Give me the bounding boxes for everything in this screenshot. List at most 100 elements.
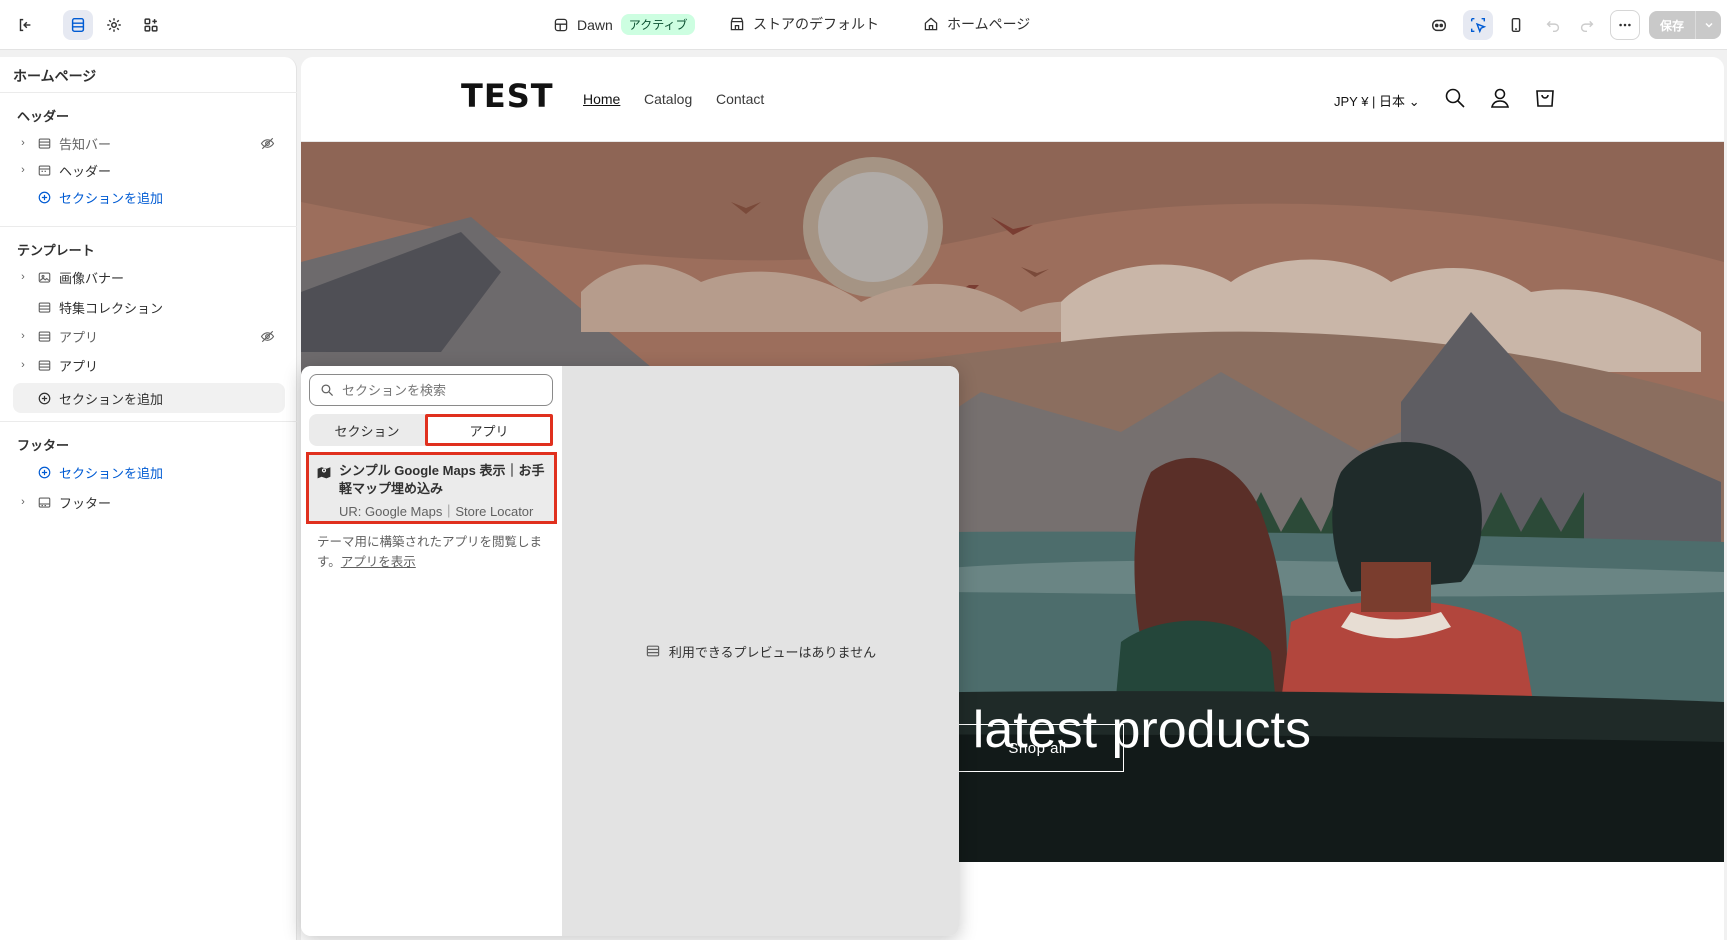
- store-header: TEST Home Catalog Contact JPY ¥ | 日本 ⌄: [301, 57, 1724, 142]
- ellipsis-icon: [1619, 23, 1631, 27]
- search-icon: [321, 384, 334, 397]
- store-default-selector[interactable]: ストアのデフォルト: [729, 14, 879, 34]
- shop-all-button[interactable]: Shop all: [951, 724, 1124, 772]
- app-title: シンプル Google Maps 表示｜お手軽マップ埋め込み: [339, 463, 545, 496]
- page-selector-label: ホームページ: [947, 16, 1031, 32]
- hidden-eye-icon[interactable]: [260, 329, 275, 347]
- currency-selector[interactable]: JPY ¥ | 日本 ⌄: [1334, 91, 1420, 110]
- sidebar-title: ホームページ: [13, 68, 97, 84]
- chevron-right-icon[interactable]: ›: [13, 271, 33, 283]
- add-section-label: セクションを追加: [59, 391, 164, 407]
- section-icon: [33, 329, 55, 344]
- hidden-eye-icon[interactable]: [260, 136, 275, 154]
- picker-tabs: セクション アプリ: [309, 414, 553, 446]
- tab-sections[interactable]: セクション: [309, 414, 425, 446]
- add-section-picker: セクション アプリ シンプル Google Maps 表示｜お手軽マップ埋め込み…: [301, 366, 959, 936]
- inspector-cursor-icon[interactable]: [1463, 10, 1493, 40]
- header-group-title: ヘッダー: [17, 109, 70, 124]
- sidebar-item-label: フッター: [59, 495, 112, 511]
- app-subtitle: UR: Google Maps｜Store Locator: [339, 504, 534, 519]
- add-template-section-button[interactable]: セクションを追加: [13, 383, 285, 413]
- no-preview-text: 利用できるプレビューはありません: [668, 644, 877, 660]
- divider: [0, 92, 297, 93]
- theme-name: Dawn: [577, 16, 613, 33]
- divider: [0, 226, 297, 227]
- redo-icon[interactable]: [1572, 10, 1602, 40]
- section-search-input[interactable]: [342, 382, 532, 398]
- chevron-down-icon: [1704, 22, 1713, 28]
- nav-contact[interactable]: Contact: [716, 91, 764, 107]
- nav-catalog[interactable]: Catalog: [644, 91, 692, 107]
- home-icon: [924, 17, 938, 31]
- sidebar-item-footer[interactable]: › フッター: [13, 488, 285, 516]
- sidekick-icon[interactable]: [1424, 10, 1454, 40]
- theme-selector[interactable]: Dawn アクティブ: [553, 14, 696, 35]
- sidebar-item-label: 告知バー: [59, 136, 112, 152]
- section-icon: [33, 358, 55, 373]
- sidebar-item-header[interactable]: › ヘッダー: [13, 156, 285, 184]
- sidebar-item-label: アプリ: [59, 329, 99, 345]
- save-options-button[interactable]: [1695, 11, 1721, 39]
- tab-apps[interactable]: アプリ: [425, 414, 553, 446]
- chevron-right-icon[interactable]: ›: [13, 496, 33, 508]
- more-actions-button[interactable]: [1610, 10, 1640, 40]
- chevron-right-icon[interactable]: ›: [13, 330, 33, 342]
- store-icon: [730, 17, 744, 31]
- apps-note: テーマ用に構築されたアプリを閲覧します。アプリを表示: [317, 532, 551, 572]
- picker-list-panel: セクション アプリ シンプル Google Maps 表示｜お手軽マップ埋め込み…: [301, 366, 562, 936]
- theme-settings-gear-icon[interactable]: [99, 10, 129, 40]
- sidebar-item-announcement-bar[interactable]: › 告知バー: [13, 129, 285, 157]
- page-selector[interactable]: ホームページ: [923, 14, 1030, 34]
- theme-layout-icon: [554, 18, 568, 31]
- section-icon: [33, 163, 55, 178]
- sections-sidebar: ホームページ ヘッダー › 告知バー › ヘッダー セクションを追加 テンプレー…: [0, 57, 297, 940]
- section-icon: [33, 136, 55, 151]
- app-list-item-google-maps[interactable]: シンプル Google Maps 表示｜お手軽マップ埋め込み UR: Googl…: [306, 452, 557, 524]
- picker-preview-panel: 利用できるプレビューはありません: [562, 366, 959, 936]
- divider: [0, 421, 297, 422]
- store-logo[interactable]: TEST: [461, 77, 554, 115]
- section-icon: [33, 300, 55, 315]
- search-icon[interactable]: [1444, 87, 1466, 109]
- chevron-right-icon[interactable]: ›: [13, 137, 33, 149]
- plus-circle-icon: [33, 190, 55, 205]
- section-icon: [646, 645, 660, 657]
- editor-topbar: Dawn アクティブ ストアのデフォルト ホームページ 保存: [0, 0, 1727, 50]
- chevron-right-icon[interactable]: ›: [13, 164, 33, 176]
- template-group-title: テンプレート: [17, 243, 95, 258]
- exit-icon[interactable]: [10, 10, 40, 40]
- sidebar-item-image-banner[interactable]: › 画像バナー: [13, 263, 285, 291]
- account-icon[interactable]: [1489, 87, 1511, 109]
- active-badge: アクティブ: [620, 14, 696, 35]
- save-group: 保存: [1649, 11, 1721, 39]
- sidebar-item-label: アプリ: [59, 358, 99, 374]
- add-footer-section-button[interactable]: セクションを追加: [13, 458, 285, 486]
- plus-circle-icon: [33, 391, 55, 406]
- add-section-label: セクションを追加: [59, 465, 164, 481]
- add-section-label: セクションを追加: [59, 190, 164, 206]
- sidebar-item-label: ヘッダー: [59, 163, 112, 179]
- image-icon: [33, 270, 55, 285]
- chevron-right-icon[interactable]: ›: [13, 359, 33, 371]
- sidebar-item-app-2[interactable]: › アプリ: [13, 351, 285, 379]
- mobile-view-icon[interactable]: [1501, 10, 1531, 40]
- cart-icon[interactable]: [1534, 87, 1556, 109]
- sidebar-item-label: 特集コレクション: [59, 300, 164, 316]
- add-header-section-button[interactable]: セクションを追加: [13, 183, 285, 211]
- sidebar-item-app-1[interactable]: › アプリ: [13, 322, 285, 350]
- save-button[interactable]: 保存: [1649, 11, 1695, 39]
- section-icon: [33, 495, 55, 510]
- sections-icon[interactable]: [63, 10, 93, 40]
- view-apps-link[interactable]: アプリを表示: [341, 555, 416, 569]
- currency-label: JPY ¥ | 日本: [1334, 94, 1406, 109]
- sidebar-item-featured-collection[interactable]: 特集コレクション: [13, 293, 285, 321]
- section-search-field[interactable]: [309, 374, 553, 406]
- plus-circle-icon: [33, 465, 55, 480]
- app-embeds-icon[interactable]: [136, 10, 166, 40]
- footer-group-title: フッター: [17, 438, 70, 453]
- undo-icon[interactable]: [1538, 10, 1568, 40]
- chevron-down-icon: ⌄: [1408, 94, 1420, 109]
- map-pin-app-icon: [317, 467, 331, 479]
- sidebar-item-label: 画像バナー: [59, 270, 125, 286]
- nav-home[interactable]: Home: [583, 91, 620, 107]
